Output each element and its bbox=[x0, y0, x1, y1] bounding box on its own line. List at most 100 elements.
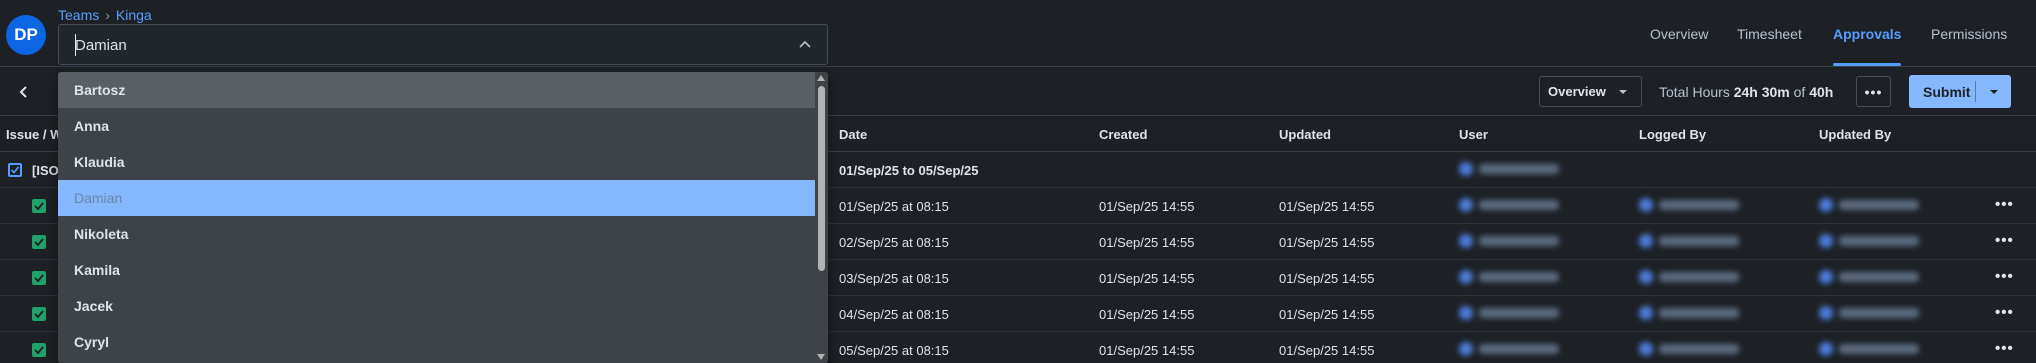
row-updated-by bbox=[1819, 198, 1919, 212]
row-logged-by bbox=[1639, 270, 1739, 284]
column-updated-by[interactable]: Updated By bbox=[1819, 127, 1891, 142]
dropdown-option-selected[interactable]: Damian bbox=[58, 180, 815, 216]
submit-dropdown-toggle[interactable] bbox=[1976, 89, 2011, 95]
checkmark-icon bbox=[34, 346, 44, 355]
row-user bbox=[1459, 198, 1559, 212]
submit-label: Submit bbox=[1923, 83, 1971, 100]
row-created: 01/Sep/25 14:55 bbox=[1099, 271, 1195, 286]
group-date-range: 01/Sep/25 to 05/Sep/25 bbox=[839, 163, 979, 178]
group-issue[interactable]: [ISO bbox=[32, 163, 59, 178]
checkmark-icon bbox=[34, 238, 44, 247]
row-logged-by bbox=[1639, 234, 1739, 248]
breadcrumb-teams-link[interactable]: Teams bbox=[58, 7, 99, 23]
team-member-dropdown-menu: Bartosz Anna Klaudia Damian Nikoleta Kam… bbox=[58, 72, 828, 363]
checkmark-icon bbox=[34, 202, 44, 211]
row-date: 03/Sep/25 at 08:15 bbox=[839, 271, 949, 286]
row-updated: 01/Sep/25 14:55 bbox=[1279, 199, 1375, 214]
scroll-down-arrow-icon[interactable] bbox=[817, 354, 825, 360]
row-checkbox[interactable] bbox=[32, 235, 46, 249]
more-icon: ••• bbox=[1864, 83, 1883, 100]
row-created: 01/Sep/25 14:55 bbox=[1099, 307, 1195, 322]
row-updated: 01/Sep/25 14:55 bbox=[1279, 307, 1375, 322]
top-header: DP Teams › Kinga Damian Overview Timeshe… bbox=[0, 0, 2036, 67]
column-updated[interactable]: Updated bbox=[1279, 127, 1331, 142]
team-member-select[interactable]: Damian bbox=[58, 24, 828, 65]
group-checkbox[interactable] bbox=[8, 163, 22, 177]
dropdown-scrollbar[interactable] bbox=[815, 72, 828, 363]
total-hours-label: Total Hours bbox=[1659, 84, 1730, 100]
caret-down-icon bbox=[1618, 89, 1627, 94]
submit-button[interactable]: Submit bbox=[1909, 75, 2011, 108]
column-issue[interactable]: Issue / W bbox=[6, 127, 62, 142]
active-tab-indicator bbox=[1833, 63, 1901, 66]
row-created: 01/Sep/25 14:55 bbox=[1099, 199, 1195, 214]
group-user-avatar bbox=[1459, 162, 1559, 176]
row-date: 04/Sep/25 at 08:15 bbox=[839, 307, 949, 322]
total-hours: Total Hours 24h 30m of 40h bbox=[1659, 84, 1833, 100]
row-logged-by bbox=[1639, 198, 1739, 212]
row-updated: 01/Sep/25 14:55 bbox=[1279, 343, 1375, 358]
tab-timesheet[interactable]: Timesheet bbox=[1737, 26, 1802, 42]
row-updated-by bbox=[1819, 342, 1919, 356]
tab-approvals[interactable]: Approvals bbox=[1833, 26, 1901, 42]
row-created: 01/Sep/25 14:55 bbox=[1099, 343, 1195, 358]
dropdown-option[interactable]: Jacek bbox=[58, 288, 815, 324]
scrollbar-thumb[interactable] bbox=[818, 86, 825, 271]
column-date[interactable]: Date bbox=[839, 127, 867, 142]
breadcrumb-current-link[interactable]: Kinga bbox=[116, 7, 152, 23]
total-hours-of: of bbox=[1793, 84, 1806, 100]
row-updated-by bbox=[1819, 234, 1919, 248]
view-select-value: Overview bbox=[1548, 84, 1606, 99]
row-date: 02/Sep/25 at 08:15 bbox=[839, 235, 949, 250]
back-button[interactable] bbox=[12, 80, 36, 104]
chevron-left-icon bbox=[19, 86, 27, 98]
row-more-button[interactable]: ••• bbox=[1995, 340, 2014, 357]
row-logged-by bbox=[1639, 342, 1739, 356]
dropdown-option[interactable]: Klaudia bbox=[58, 144, 815, 180]
avatar[interactable]: DP bbox=[6, 15, 46, 55]
total-hours-value: 24h 30m bbox=[1733, 84, 1790, 100]
breadcrumb: Teams › Kinga bbox=[58, 7, 152, 23]
row-updated-by bbox=[1819, 306, 1919, 320]
row-more-button[interactable]: ••• bbox=[1995, 196, 2014, 213]
team-member-select-value: Damian bbox=[75, 37, 127, 54]
row-updated-by bbox=[1819, 270, 1919, 284]
dropdown-option[interactable]: Kamila bbox=[58, 252, 815, 288]
scroll-up-arrow-icon[interactable] bbox=[817, 75, 825, 81]
row-updated: 01/Sep/25 14:55 bbox=[1279, 271, 1375, 286]
dropdown-option[interactable]: Anna bbox=[58, 108, 815, 144]
dropdown-option[interactable]: Cyryl bbox=[58, 324, 815, 360]
row-checkbox[interactable] bbox=[32, 271, 46, 285]
column-logged-by[interactable]: Logged By bbox=[1639, 127, 1706, 142]
row-checkbox[interactable] bbox=[32, 307, 46, 321]
tab-overview[interactable]: Overview bbox=[1650, 26, 1708, 42]
checkmark-icon bbox=[10, 166, 20, 174]
column-created[interactable]: Created bbox=[1099, 127, 1147, 142]
more-actions-button[interactable]: ••• bbox=[1856, 76, 1891, 107]
tab-permissions[interactable]: Permissions bbox=[1931, 26, 2007, 42]
breadcrumb-separator: › bbox=[105, 7, 110, 23]
dropdown-option[interactable]: Nikoleta bbox=[58, 216, 815, 252]
row-user bbox=[1459, 270, 1559, 284]
checkmark-icon bbox=[34, 310, 44, 319]
row-more-button[interactable]: ••• bbox=[1995, 268, 2014, 285]
row-more-button[interactable]: ••• bbox=[1995, 304, 2014, 321]
row-checkbox[interactable] bbox=[32, 343, 46, 357]
total-hours-target: 40h bbox=[1809, 84, 1834, 100]
row-date: 05/Sep/25 at 08:15 bbox=[839, 343, 949, 358]
row-more-button[interactable]: ••• bbox=[1995, 232, 2014, 249]
row-checkbox[interactable] bbox=[32, 199, 46, 213]
column-user[interactable]: User bbox=[1459, 127, 1488, 142]
view-select[interactable]: Overview bbox=[1539, 76, 1642, 107]
row-created: 01/Sep/25 14:55 bbox=[1099, 235, 1195, 250]
caret-down-icon bbox=[1989, 89, 1998, 94]
dropdown-option[interactable]: Bartosz bbox=[58, 72, 815, 108]
row-updated: 01/Sep/25 14:55 bbox=[1279, 235, 1375, 250]
row-user bbox=[1459, 342, 1559, 356]
row-date: 01/Sep/25 at 08:15 bbox=[839, 199, 949, 214]
chevron-up-icon[interactable] bbox=[797, 37, 813, 53]
checkmark-icon bbox=[34, 274, 44, 283]
row-logged-by bbox=[1639, 306, 1739, 320]
row-user bbox=[1459, 306, 1559, 320]
row-user bbox=[1459, 234, 1559, 248]
